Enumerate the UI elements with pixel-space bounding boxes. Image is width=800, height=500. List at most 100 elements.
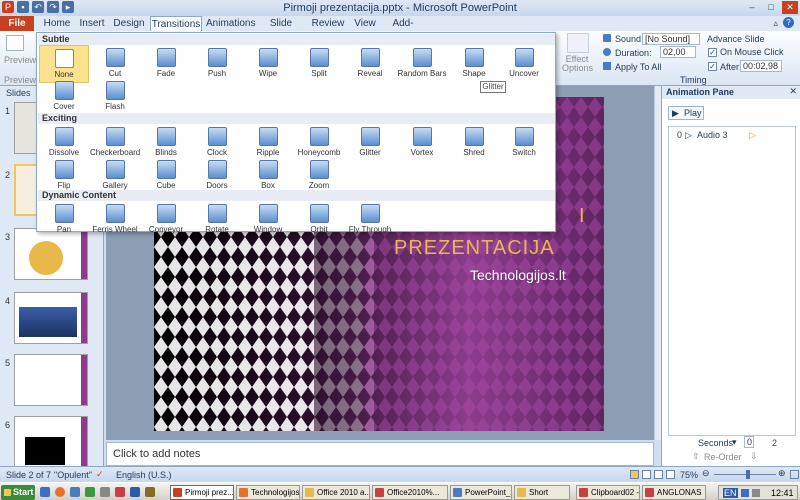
close-icon[interactable]: ✕ — [782, 1, 798, 14]
transition-rotate[interactable]: Rotate — [192, 201, 242, 239]
transition-random-bars[interactable]: Random Bars — [397, 45, 447, 83]
seconds-label[interactable]: Seconds — [698, 438, 733, 448]
duration-input[interactable]: 02,00 — [660, 46, 696, 58]
tab-insert[interactable]: Insert — [76, 16, 108, 31]
transition-glitter[interactable]: Glitter — [345, 124, 395, 162]
preview-icon[interactable] — [6, 35, 24, 51]
transition-shred[interactable]: Shred — [449, 124, 499, 162]
quicklaunch-app-icon[interactable] — [130, 487, 140, 497]
move-down-icon[interactable]: ⇩ — [750, 451, 758, 462]
slide-thumbnail-5[interactable] — [14, 354, 88, 406]
transition-label: Switch — [512, 148, 536, 157]
transition-shape[interactable]: Shape — [449, 45, 499, 83]
tab-slide-show[interactable]: Slide Show — [258, 16, 304, 44]
quicklaunch-app-icon[interactable] — [100, 487, 110, 497]
slide-thumbnail-4[interactable] — [14, 292, 88, 344]
transition-flip[interactable]: Flip — [39, 157, 89, 195]
volume-icon[interactable] — [752, 489, 760, 497]
apply-to-all-button[interactable]: Apply To All — [615, 62, 661, 72]
transition-fade[interactable]: Fade — [141, 45, 191, 83]
zoom-level[interactable]: 75% — [680, 470, 698, 480]
slideshow-view-icon[interactable] — [666, 470, 675, 479]
seconds-dropdown-icon[interactable]: ▾ — [732, 437, 737, 448]
taskbar-item-office2010-pdf[interactable]: Office2010%... — [372, 485, 448, 500]
transition-wipe[interactable]: Wipe — [243, 45, 293, 83]
quicklaunch-app-icon[interactable] — [70, 487, 80, 497]
close-pane-icon[interactable]: ✕ — [789, 86, 797, 97]
tab-animations[interactable]: Animations — [206, 16, 255, 31]
taskbar-item-short[interactable]: Short — [514, 485, 570, 500]
taskbar-item-office-2010[interactable]: Office 2010 a... — [302, 485, 370, 500]
on-mouse-click-checkbox[interactable]: ✓ — [708, 48, 717, 57]
transition-box[interactable]: Box — [243, 157, 293, 195]
taskbar-item-technologijos[interactable]: Technologijos... — [236, 485, 300, 500]
transition-label: Cut — [108, 69, 122, 78]
quicklaunch-app-icon[interactable] — [115, 487, 125, 497]
move-up-icon[interactable]: ⇧ — [692, 451, 700, 462]
transition-pan[interactable]: Pan — [39, 201, 89, 239]
transition-reveal[interactable]: Reveal — [345, 45, 395, 83]
transition-switch[interactable]: Switch — [499, 124, 549, 162]
stage-scrollbar[interactable] — [654, 86, 661, 440]
transition-push[interactable]: Push — [192, 45, 242, 83]
language-indicator[interactable]: English (U.S.) — [116, 470, 172, 480]
timeline-page-input[interactable]: 0 — [744, 436, 754, 448]
zoom-out-icon[interactable]: ⊖ — [702, 468, 710, 479]
fit-slide-icon[interactable] — [790, 470, 799, 479]
play-button[interactable]: ▶ Play — [668, 106, 704, 120]
taskbar-item-powerpoint-2[interactable]: PowerPoint_2... — [450, 485, 512, 500]
normal-view-icon[interactable] — [630, 470, 639, 479]
transition-uncover[interactable]: Uncover — [499, 45, 549, 83]
language-indicator[interactable]: EN — [723, 488, 738, 498]
zoom-slider[interactable] — [714, 474, 776, 475]
help-icon[interactable]: ? — [783, 17, 794, 28]
transition-window[interactable]: Window — [243, 201, 293, 239]
tab-view[interactable]: View — [350, 16, 380, 31]
after-checkbox[interactable]: ✓ — [708, 62, 717, 71]
tab-home[interactable]: Home — [40, 16, 74, 31]
transition-split[interactable]: Split — [294, 45, 344, 83]
zoom-slider-thumb[interactable] — [746, 470, 750, 479]
transition-flash[interactable]: Flash — [90, 78, 140, 116]
quicklaunch-app-icon[interactable] — [40, 487, 50, 497]
tab-design[interactable]: Design — [112, 16, 146, 31]
slides-tab[interactable]: Slides — [6, 88, 31, 98]
taskbar-item-anglonas[interactable]: ANGLONAS — [642, 485, 706, 500]
transition-vortex[interactable]: Vortex — [397, 124, 447, 162]
transition-fly-through[interactable]: Fly Through — [345, 201, 395, 239]
minimize-icon[interactable]: – — [744, 1, 760, 14]
tab-add-ins[interactable]: Add-Ins — [386, 16, 420, 44]
notes-pane[interactable]: Click to add notes — [106, 442, 654, 466]
transition-orbit[interactable]: Orbit — [294, 201, 344, 239]
reading-view-icon[interactable] — [654, 470, 663, 479]
quicklaunch-app-icon[interactable] — [85, 487, 95, 497]
transition-zoom[interactable]: Zoom — [294, 157, 344, 195]
animation-item[interactable]: 0 ▷ Audio 3 ▷ — [669, 129, 795, 141]
firefox-icon[interactable] — [55, 487, 65, 497]
transition-cover[interactable]: Cover — [39, 78, 89, 116]
start-button[interactable]: Start — [1, 485, 35, 500]
transition-cube[interactable]: Cube — [141, 157, 191, 195]
transition-gallery[interactable]: Gallery — [90, 157, 140, 195]
slide-sorter-icon[interactable] — [642, 470, 651, 479]
effect-options-button[interactable]: Effect Options — [562, 55, 593, 73]
slide-thumbnail-6[interactable] — [14, 416, 88, 468]
transition-ferris-wheel[interactable]: Ferris Wheel — [90, 201, 140, 239]
tab-file[interactable]: File — [0, 16, 34, 31]
quicklaunch-app-icon[interactable] — [145, 487, 155, 497]
sound-select[interactable]: [No Sound] — [642, 33, 700, 45]
network-icon[interactable] — [741, 489, 749, 497]
preview-button[interactable]: Preview — [4, 55, 36, 65]
effect-options-icon[interactable] — [567, 33, 589, 53]
ribbon-minimize-icon[interactable]: ▵ — [773, 18, 778, 29]
transition-doors[interactable]: Doors — [192, 157, 242, 195]
spellcheck-icon[interactable]: ✓ — [96, 469, 104, 480]
tab-transitions[interactable]: Transitions — [150, 16, 202, 32]
tab-review[interactable]: Review — [310, 16, 346, 31]
taskbar-item-powerpoint[interactable]: Pirmoji prez... — [170, 485, 234, 500]
taskbar-item-clipboard[interactable]: Clipboard02 -... — [576, 485, 640, 500]
zoom-in-icon[interactable]: ⊕ — [778, 468, 786, 479]
transition-conveyor[interactable]: Conveyor — [141, 201, 191, 239]
after-input[interactable]: 00:02,98 — [740, 60, 782, 72]
maximize-icon[interactable]: □ — [763, 1, 779, 14]
